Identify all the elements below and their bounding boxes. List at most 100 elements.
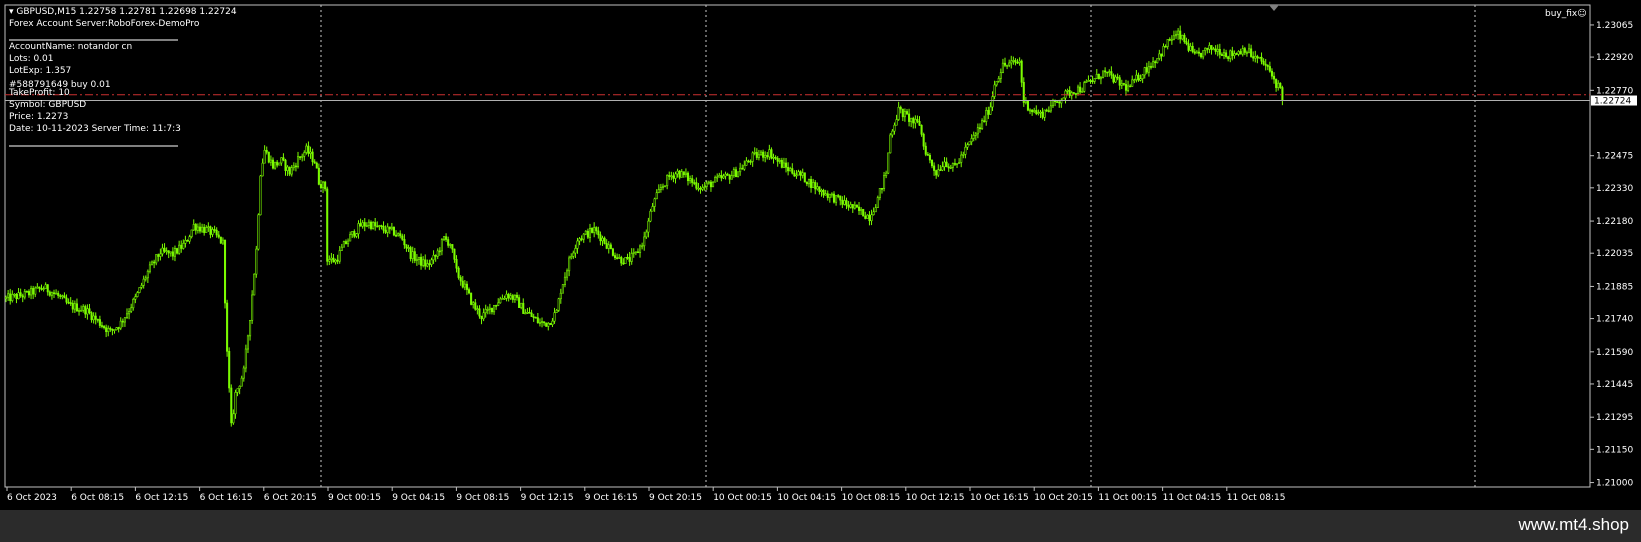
- candle-body: [1252, 56, 1255, 59]
- candle-body: [726, 173, 729, 176]
- candle-body: [1258, 56, 1261, 59]
- candle-body: [641, 245, 644, 248]
- candle-body: [292, 165, 295, 168]
- candle-body: [392, 226, 395, 236]
- candle-body: [837, 195, 840, 197]
- lotexp-text: LotExp: 1.357: [9, 66, 72, 76]
- candle-body: [1245, 51, 1248, 54]
- candle-body: [503, 298, 506, 300]
- candle-body: [1149, 66, 1153, 68]
- candle-body: [46, 284, 49, 293]
- candle-body: [810, 179, 813, 188]
- candle-body: [173, 248, 177, 257]
- candle-body: [1227, 56, 1230, 59]
- candle-body: [947, 166, 950, 169]
- candle-body: [645, 231, 648, 238]
- candle-body: [805, 181, 808, 185]
- candle-body: [1051, 100, 1055, 107]
- candle-body: [105, 327, 108, 333]
- candle-body: [52, 292, 56, 295]
- candle-body: [928, 154, 931, 161]
- candle-body: [44, 284, 47, 289]
- candle-body: [1024, 100, 1027, 103]
- candle-body: [271, 159, 275, 169]
- candle-body: [901, 108, 904, 118]
- candle-body: [138, 287, 141, 293]
- candle-body: [493, 305, 496, 313]
- candle-body: [584, 230, 587, 235]
- candle-body: [883, 175, 886, 189]
- candle-body: [549, 322, 552, 325]
- candle-body: [757, 154, 760, 158]
- candle-body: [267, 151, 270, 163]
- candle-body: [707, 181, 710, 184]
- candle-body: [422, 259, 425, 266]
- candle-body: [941, 166, 944, 171]
- candle-body: [899, 106, 902, 110]
- candle-body: [395, 234, 398, 237]
- candle-body: [1124, 84, 1128, 91]
- candle-body: [42, 288, 45, 290]
- candle-body: [607, 244, 610, 249]
- candle-body: [522, 302, 525, 314]
- candle-body: [661, 185, 665, 188]
- x-tick-label: 10 Oct 00:15: [713, 493, 772, 503]
- candle-body: [709, 181, 712, 188]
- candle-body: [822, 189, 825, 196]
- candle-body: [1101, 70, 1105, 78]
- candle-body: [649, 210, 652, 222]
- candle-body: [983, 120, 986, 122]
- candle-body: [764, 155, 767, 158]
- candle-body: [313, 161, 316, 164]
- candle-body: [205, 227, 208, 233]
- candle-body: [351, 231, 354, 235]
- candle-body: [301, 155, 304, 158]
- candle-body: [470, 292, 473, 305]
- price-chart[interactable]: 1.23065 1.22920 1.22770 1.22475 1.22330 1.221…: [0, 0, 1641, 542]
- candle-body: [816, 186, 819, 190]
- candle-body: [578, 238, 581, 242]
- candle-body: [182, 243, 185, 249]
- smiley-icon[interactable]: ☺: [1577, 9, 1586, 19]
- candle-body: [474, 302, 477, 310]
- candle-body: [73, 303, 76, 310]
- expert-advisor-label[interactable]: buy_fix☺: [1545, 9, 1587, 19]
- candle-body: [651, 206, 654, 212]
- candle-body: [23, 291, 26, 298]
- candle-body: [451, 244, 454, 250]
- candle-body: [294, 165, 297, 168]
- candle-body: [280, 157, 283, 164]
- candle-body: [762, 151, 765, 158]
- candle-body: [668, 175, 671, 177]
- candle-body: [755, 152, 758, 158]
- candle-body: [1108, 71, 1111, 73]
- candle-body: [1187, 43, 1190, 51]
- candle-body: [1029, 109, 1032, 112]
- candle-body: [1016, 62, 1019, 64]
- candle-body: [146, 270, 149, 279]
- x-tick-label: 6 Oct 12:15: [135, 493, 188, 503]
- candle-body: [1154, 61, 1157, 64]
- candle-body: [249, 319, 252, 337]
- candle-body: [121, 320, 124, 323]
- candle-body: [803, 172, 806, 183]
- candle-body: [636, 251, 639, 254]
- candle-body: [1222, 52, 1226, 57]
- candle-body: [730, 175, 733, 180]
- candle-body: [155, 254, 158, 264]
- dropdown-triangle-icon[interactable]: ▾: [9, 7, 14, 17]
- candle-body: [1193, 51, 1196, 54]
- candle-body: [340, 246, 343, 251]
- candle-body: [1135, 74, 1138, 81]
- candle-body: [789, 168, 792, 172]
- candle-body: [299, 156, 302, 159]
- x-tick-label: 10 Oct 04:15: [777, 493, 836, 503]
- candle-body: [17, 292, 20, 300]
- candle-body: [814, 182, 817, 190]
- candle-body: [405, 244, 408, 249]
- candle-body: [870, 214, 873, 222]
- candle-body: [724, 173, 727, 177]
- candle-body: [1006, 64, 1009, 67]
- candle-body: [972, 134, 975, 139]
- candle-body: [180, 244, 183, 249]
